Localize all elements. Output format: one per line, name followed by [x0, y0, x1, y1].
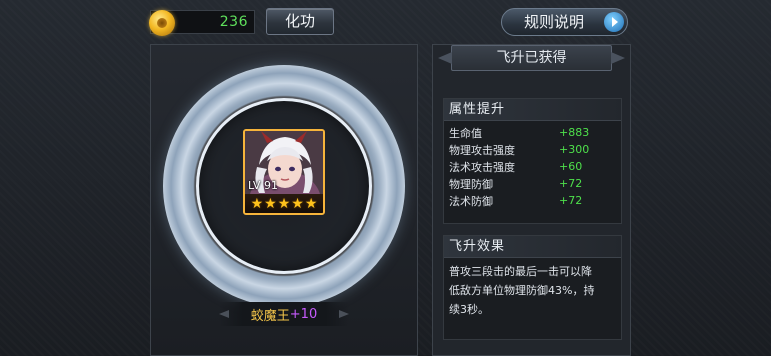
hero-name: 蛟魔王: [250, 308, 290, 324]
effect-line: 低敌方单位物理防御43%，持: [449, 284, 595, 297]
hero-plus-level: +10: [289, 306, 318, 322]
effect-line: 普攻三段击的最后一击可以降: [449, 265, 592, 278]
hero-card[interactable]: LV 91 ★ ★ ★ ★ ★: [243, 129, 325, 215]
attribute-row: 法术防御 +72: [444, 192, 621, 209]
attribute-value: +300: [559, 143, 590, 156]
effect-line: 续3秒。: [449, 303, 489, 316]
attribute-value: +883: [559, 126, 590, 139]
attribute-name: 生命值: [449, 126, 482, 140]
currency-display: 236: [149, 10, 255, 36]
effect-description: 普攻三段击的最后一击可以降 低敌方单位物理防御43%，持 续3秒。: [444, 258, 621, 319]
attribute-section: 属性提升 生命值 +883 物理攻击强度 +300 法术攻击强度 +60 物理防…: [443, 98, 622, 224]
attribute-row: 生命值 +883: [444, 124, 621, 141]
star-icon: ★: [250, 195, 264, 212]
hero-level: LV 91: [248, 179, 278, 192]
gold-coin-icon: [149, 10, 175, 36]
banner-ornament-left: [438, 52, 452, 64]
plate-ornament-right: [339, 310, 349, 318]
ascension-panel: 飞升已获得 属性提升 生命值 +883 物理攻击强度 +300 法术攻击强度 +…: [432, 44, 631, 356]
attribute-value: +72: [559, 194, 583, 207]
effect-section: 飞升效果 普攻三段击的最后一击可以降 低敌方单位物理防御43%，持 续3秒。: [443, 235, 622, 340]
attribute-row: 物理防御 +72: [444, 175, 621, 192]
rules-button[interactable]: 规则说明: [501, 8, 628, 36]
attribute-row: 法术攻击强度 +60: [444, 158, 621, 175]
star-icon: ★: [291, 195, 304, 212]
attribute-name: 法术攻击强度: [449, 160, 515, 174]
rules-button-label: 规则说明: [524, 13, 585, 31]
attribute-value: +72: [559, 177, 583, 190]
ascended-banner: 飞升已获得: [438, 45, 625, 71]
ascended-banner-label: 飞升已获得: [496, 50, 567, 66]
star-icon: ★: [264, 195, 277, 212]
attribute-value: +60: [559, 160, 583, 173]
attribute-name: 法术防御: [449, 194, 493, 208]
attribute-row: 物理攻击强度 +300: [444, 141, 621, 158]
hero-display-panel: LV 91 ★ ★ ★ ★ ★ 蛟魔王 +10: [150, 44, 418, 356]
attribute-name: 物理攻击强度: [449, 143, 515, 157]
play-arrow-icon: [604, 12, 624, 32]
hero-name-plate: 蛟魔王 +10: [219, 302, 349, 326]
star-icon: ★: [304, 195, 318, 212]
attribute-section-title: 属性提升: [444, 99, 621, 121]
banner-ornament-right: [611, 52, 625, 64]
huagong-button[interactable]: 化功: [266, 8, 334, 35]
attribute-list: 生命值 +883 物理攻击强度 +300 法术攻击强度 +60 物理防御 +72…: [444, 121, 621, 209]
hero-stars: ★ ★ ★ ★ ★: [245, 194, 323, 213]
attribute-name: 物理防御: [449, 177, 493, 191]
effect-section-title: 飞升效果: [444, 236, 621, 258]
star-icon: ★: [277, 195, 291, 212]
currency-value: 236: [219, 14, 248, 30]
plate-ornament-left: [219, 310, 229, 318]
